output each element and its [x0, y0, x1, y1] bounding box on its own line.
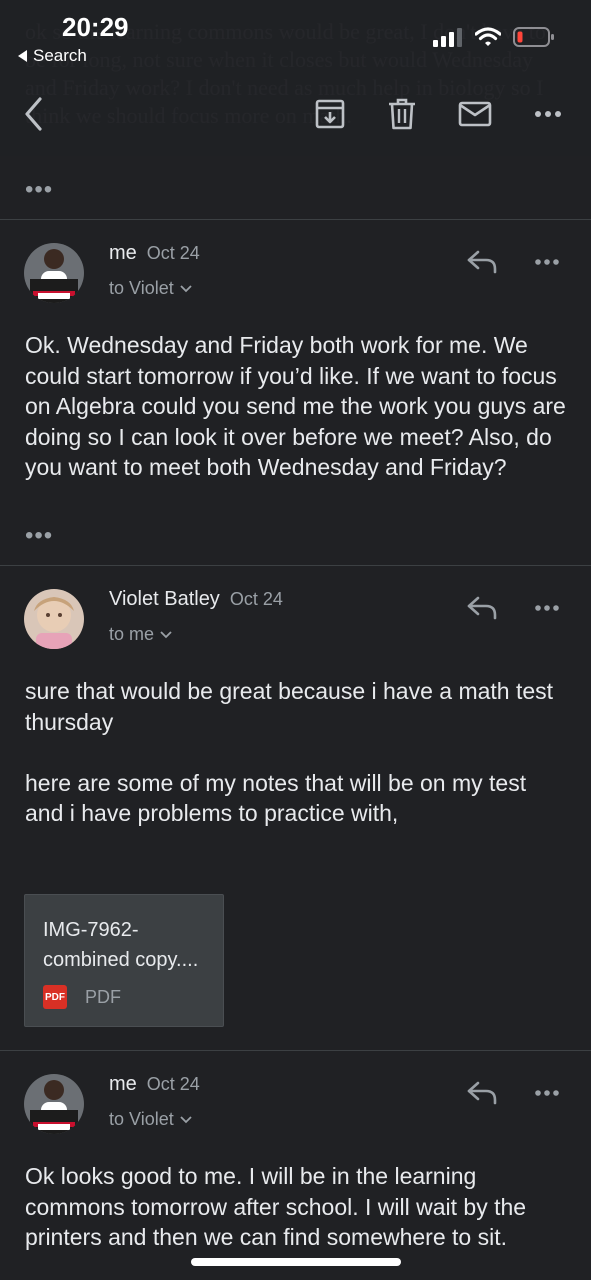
delete-button[interactable]	[382, 94, 422, 134]
more-icon	[535, 259, 559, 265]
status-time: 20:29	[62, 12, 129, 42]
reply-button[interactable]	[462, 242, 502, 282]
recipient-details-toggle[interactable]: to me	[109, 624, 172, 645]
show-trimmed-content-button[interactable]: •••	[25, 524, 53, 548]
attachment-filename: IMG-7962-combined copy....	[43, 919, 199, 971]
more-icon	[535, 605, 559, 611]
message-date: Oct 24	[229, 589, 283, 609]
message-date: Oct 24	[146, 243, 200, 263]
reply-icon	[467, 596, 497, 620]
recipient-details-toggle[interactable]: to Violet	[109, 278, 192, 299]
message-more-button[interactable]	[527, 588, 567, 628]
avatar[interactable]	[24, 589, 84, 649]
home-indicator[interactable]	[191, 1258, 401, 1266]
attachment-card[interactable]: IMG-7962-combined copy.... PDF PDF	[24, 894, 224, 1027]
avatar[interactable]	[24, 243, 84, 303]
mark-unread-icon	[458, 101, 492, 127]
back-triangle-icon	[18, 50, 27, 62]
show-quoted-text-button[interactable]: •••	[25, 178, 53, 202]
back-app-label: Search	[33, 46, 87, 65]
more-icon	[535, 1090, 559, 1096]
wifi-icon	[475, 27, 501, 46]
recipient-label: to me	[109, 624, 155, 644]
attachment-type-row: PDF PDF	[43, 985, 121, 1009]
signal-icon	[433, 28, 462, 47]
sender-name: me	[109, 1073, 137, 1095]
message-toolbar	[0, 88, 591, 140]
message-body: sure that would be great because i have …	[25, 678, 554, 826]
recipient-label: to Violet	[109, 278, 174, 298]
message-body: Ok. Wednesday and Friday both work for m…	[25, 332, 573, 480]
delete-icon	[389, 98, 415, 130]
mark-unread-button[interactable]	[455, 94, 495, 134]
back-button[interactable]	[14, 94, 54, 134]
back-to-search-link[interactable]: Search	[18, 46, 87, 66]
status-bar: 20:29 Search	[0, 0, 591, 80]
sender-name: Violet Batley	[109, 588, 220, 610]
avatar-photo-icon	[24, 589, 84, 649]
message-item: me Oct 24 to Violet Ok looks good to me.…	[0, 1051, 591, 1280]
message-date: Oct 24	[146, 1074, 200, 1094]
sender-name: me	[109, 242, 137, 264]
reply-button[interactable]	[462, 1073, 502, 1113]
reply-icon	[467, 250, 497, 274]
archive-button[interactable]	[310, 94, 350, 134]
sender-line: Violet Batley Oct 24	[109, 588, 283, 611]
avatar[interactable]	[24, 1074, 84, 1134]
message-body: Ok looks good to me. I will be in the le…	[25, 1163, 533, 1250]
chevron-down-icon	[180, 1115, 192, 1123]
reply-icon	[467, 1081, 497, 1105]
chevron-down-icon	[160, 630, 172, 638]
message-item: me Oct 24 to Violet Ok. Wednesday and Fr…	[0, 220, 591, 565]
more-options-button[interactable]	[528, 94, 568, 134]
more-icon	[535, 111, 561, 117]
sender-line: me Oct 24	[109, 242, 200, 265]
chevron-down-icon	[180, 284, 192, 292]
message-more-button[interactable]	[527, 1073, 567, 1113]
avatar-photo-icon	[24, 1074, 84, 1134]
back-icon	[25, 97, 42, 131]
recipient-label: to Violet	[109, 1109, 174, 1129]
attachment-type-label: PDF	[85, 986, 121, 1007]
battery-icon	[513, 27, 554, 47]
archive-icon	[315, 99, 345, 129]
sender-line: me Oct 24	[109, 1073, 200, 1096]
pdf-icon: PDF	[43, 985, 67, 1009]
reply-button[interactable]	[462, 588, 502, 628]
status-icons	[433, 26, 555, 48]
message-more-button[interactable]	[527, 242, 567, 282]
recipient-details-toggle[interactable]: to Violet	[109, 1109, 192, 1130]
avatar-photo-icon	[24, 243, 84, 303]
